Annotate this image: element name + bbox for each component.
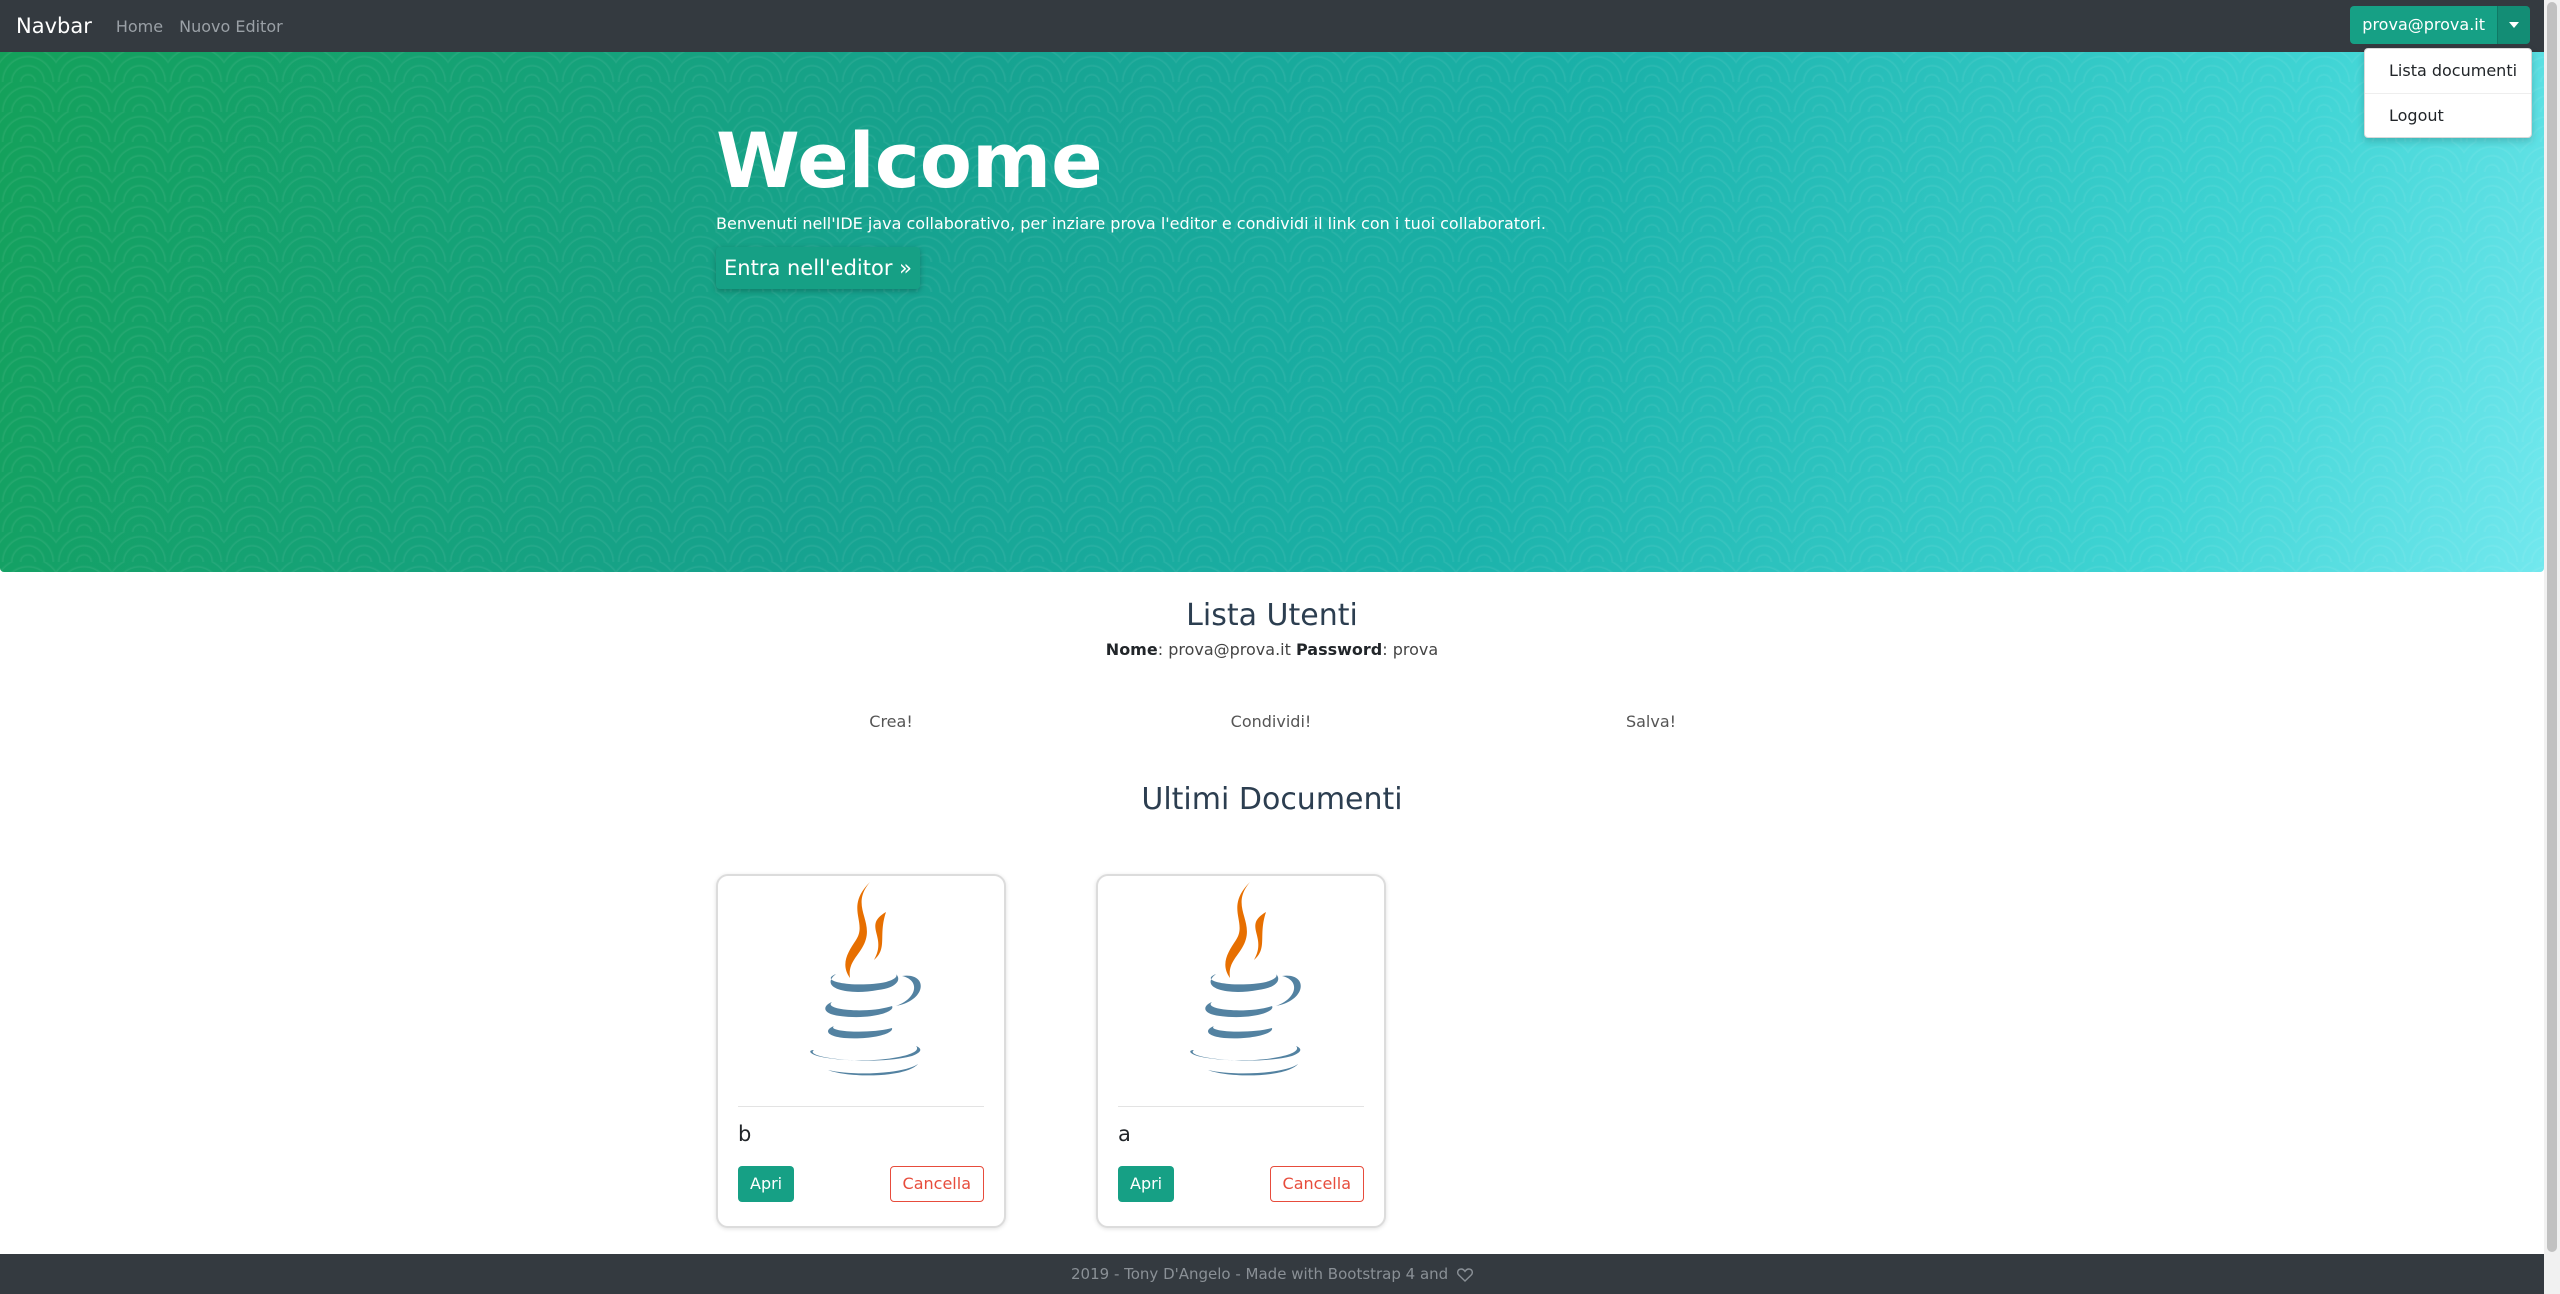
delete-document-button[interactable]: Cancella — [889, 1166, 984, 1202]
open-document-button[interactable]: Apri — [738, 1166, 795, 1202]
heart-icon — [1456, 1267, 1473, 1282]
feature-crea: Crea! — [869, 712, 913, 731]
footer: 2019 - Tony D'Angelo - Made with Bootstr… — [0, 1254, 2544, 1294]
menu-item-logout[interactable]: Logout — [2365, 93, 2531, 138]
documents-section-title: Ultimi Documenti — [1141, 782, 1403, 817]
enter-editor-button[interactable]: Entra nell'editor » — [716, 247, 920, 289]
user-dropdown-menu: Lista documenti Logout — [2364, 48, 2532, 138]
navbar: Navbar Home Nuovo Editor prova@prova.it — [0, 0, 2544, 52]
password-label: Password — [1295, 640, 1383, 659]
page-scrollbar[interactable] — [2544, 0, 2560, 1294]
document-name: b — [738, 1122, 752, 1146]
java-logo-icon — [810, 882, 921, 1076]
caret-down-icon — [2509, 22, 2519, 28]
hero-jumbotron: Welcome Benvenuti nell'IDE java collabor… — [0, 52, 2544, 572]
feature-condividi: Condividi! — [1230, 712, 1312, 731]
card-divider — [738, 1106, 984, 1107]
users-section-title: Lista Utenti — [1186, 598, 1358, 633]
user-menu: prova@prova.it — [2350, 6, 2530, 44]
footer-text: 2019 - Tony D'Angelo - Made with Bootstr… — [1071, 1265, 1449, 1283]
nav-link-home[interactable]: Home — [116, 17, 163, 36]
password-value: prova — [1392, 640, 1439, 659]
delete-document-button[interactable]: Cancella — [1269, 1166, 1364, 1202]
scrollbar-thumb[interactable] — [2547, 2, 2557, 1252]
document-card: b Apri Cancella — [716, 874, 1006, 1228]
menu-item-lista-documenti[interactable]: Lista documenti — [2365, 49, 2531, 93]
document-card: a Apri Cancella — [1096, 874, 1386, 1228]
credentials-line: Nome: prova@prova.it Password: prova — [1105, 640, 1439, 659]
hero-subtitle: Benvenuti nell'IDE java collaborativo, p… — [716, 214, 1546, 233]
nav-link-nuovo-editor[interactable]: Nuovo Editor — [179, 17, 283, 36]
navbar-brand[interactable]: Navbar — [16, 14, 92, 38]
feature-salva: Salva! — [1625, 712, 1677, 731]
hero-title: Welcome — [716, 116, 1103, 205]
name-value: prova@prova.it — [1168, 640, 1291, 659]
name-label: Nome — [1105, 640, 1158, 659]
open-document-button[interactable]: Apri — [1118, 1166, 1175, 1202]
dropdown-toggle-button[interactable] — [2497, 6, 2530, 44]
card-divider — [1118, 1106, 1364, 1107]
user-button[interactable]: prova@prova.it — [2350, 6, 2497, 44]
java-logo-icon — [1190, 882, 1301, 1076]
document-name: a — [1118, 1122, 1131, 1146]
